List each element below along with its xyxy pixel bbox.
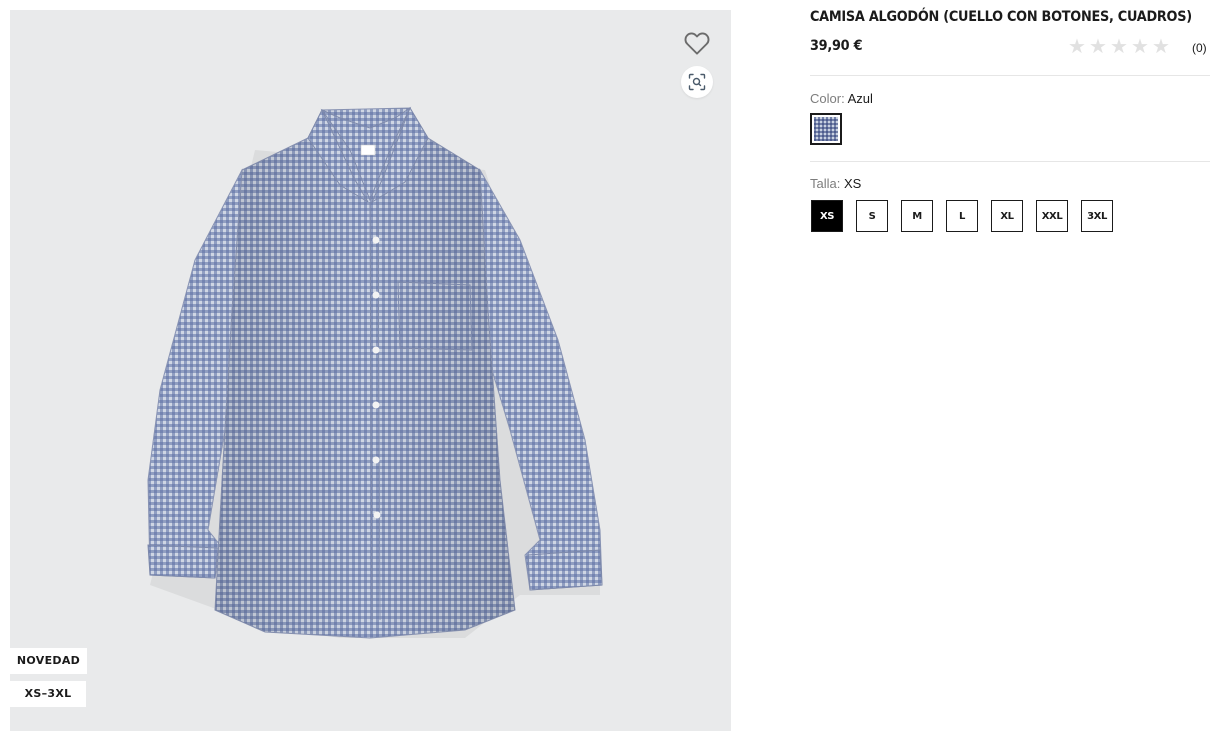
size-option-l[interactable]: L [946, 200, 978, 232]
shirt-photo [147, 106, 603, 639]
size-option-s[interactable]: S [856, 200, 888, 232]
product-price: 39,90 € [810, 38, 863, 54]
size-option-m[interactable]: M [901, 200, 933, 232]
heart-icon [684, 32, 710, 55]
star-icon: ★ [1089, 36, 1107, 58]
size-selector: XS S M L XL XXL 3XL [811, 200, 1126, 232]
product-page: NOVEDAD XS–3XL CAMISA ALGODÓN (CUELLO CO… [0, 0, 1227, 735]
color-label-value: Azul [847, 91, 873, 106]
review-count[interactable]: (0) [1192, 41, 1207, 55]
star-icon: ★ [1131, 36, 1149, 58]
rating-stars[interactable]: ★ ★ ★ ★ ★ [1068, 37, 1172, 57]
star-icon: ★ [1068, 36, 1086, 58]
favorite-button[interactable] [682, 28, 712, 58]
color-label: Color: Azul [810, 91, 873, 106]
size-option-xs[interactable]: XS [811, 200, 843, 232]
size-option-xxl[interactable]: XXL [1036, 200, 1068, 232]
divider [810, 161, 1210, 162]
scan-zoom-icon [688, 73, 706, 91]
size-label: Talla: XS [810, 176, 861, 191]
image-search-button[interactable] [681, 66, 713, 98]
size-label-value: XS [843, 176, 862, 191]
size-range-badge: XS–3XL [10, 681, 86, 707]
size-label-key: Talla: [810, 176, 841, 191]
star-icon: ★ [1152, 36, 1170, 58]
size-option-3xl[interactable]: 3XL [1081, 200, 1113, 232]
product-image[interactable]: NOVEDAD XS–3XL [10, 10, 731, 731]
divider [810, 75, 1210, 76]
product-title: CAMISA ALGODÓN (CUELLO CON BOTONES, CUAD… [810, 9, 1192, 25]
star-icon: ★ [1110, 36, 1128, 58]
size-option-xl[interactable]: XL [991, 200, 1023, 232]
swatch-pattern [814, 117, 838, 141]
color-swatch-azul[interactable] [810, 113, 842, 145]
color-label-key: Color: [810, 91, 845, 106]
new-badge: NOVEDAD [10, 648, 87, 674]
